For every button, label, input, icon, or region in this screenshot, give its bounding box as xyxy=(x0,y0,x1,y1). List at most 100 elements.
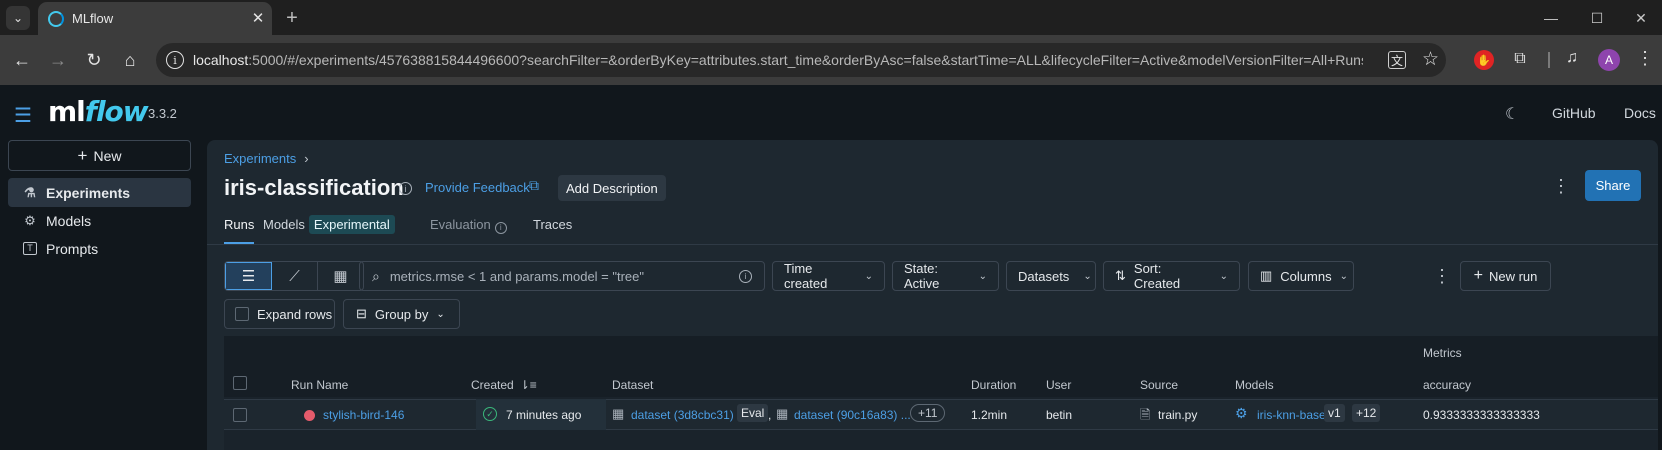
time-created-dropdown[interactable]: Time created ⌄ xyxy=(772,261,885,291)
model-link[interactable]: iris-knn-base xyxy=(1257,408,1326,422)
flask-icon: ⚗ xyxy=(24,184,36,200)
plus-icon: + xyxy=(77,145,88,165)
external-link-icon[interactable]: ⧉ xyxy=(529,177,539,194)
table-view-list-icon[interactable]: ☰ xyxy=(225,262,272,290)
view-mode-toggle: ☰ ⟋ ▦ xyxy=(224,261,364,291)
checkbox[interactable] xyxy=(235,307,249,321)
dataset-link-2[interactable]: dataset (90c16a83) ... xyxy=(794,408,911,422)
col-accuracy[interactable]: accuracy xyxy=(1423,378,1471,392)
extensions-puzzle-icon[interactable]: ⧉ xyxy=(1510,49,1530,69)
browser-tab-bar: ⌄ MLflow ✕ + — ☐ ✕ xyxy=(0,0,1662,35)
sidebar-item-models[interactable]: ⚙ Models xyxy=(8,206,191,235)
plus-icon: + xyxy=(1473,267,1483,284)
hamburger-menu-icon[interactable]: ☰ xyxy=(14,103,32,128)
runs-table: Metrics Run Name Created ⇂≡ Dataset Durat… xyxy=(224,336,1658,450)
breadcrumb-experiments[interactable]: Experiments xyxy=(224,151,296,166)
new-run-button[interactable]: + New run xyxy=(1460,261,1551,291)
grid-view-icon[interactable]: ▦ xyxy=(318,262,363,290)
row-checkbox[interactable] xyxy=(233,408,247,422)
tab-runs[interactable]: Runs xyxy=(224,217,255,245)
docs-link[interactable]: Docs xyxy=(1624,105,1656,121)
more-models-badge[interactable]: +12 xyxy=(1352,404,1381,422)
page-title: iris-classification xyxy=(224,175,404,200)
browser-tab[interactable]: MLflow ✕ xyxy=(38,2,272,35)
tab-traces[interactable]: Traces xyxy=(533,217,572,241)
source-value[interactable]: train.py xyxy=(1158,408,1197,422)
col-models[interactable]: Models xyxy=(1235,378,1274,392)
breadcrumb[interactable]: Experiments › xyxy=(224,151,309,166)
more-datasets-badge[interactable]: +11 xyxy=(910,404,946,422)
browser-menu-icon[interactable]: ⋮ xyxy=(1636,48,1654,69)
tab-evaluation-label: Evaluation xyxy=(430,217,491,232)
new-button-label: New xyxy=(93,147,122,164)
col-created[interactable]: Created ⇂≡ xyxy=(471,378,537,392)
tab-models[interactable]: Models Experimental xyxy=(263,215,395,241)
minimize-icon[interactable]: — xyxy=(1536,6,1566,30)
run-color-dot[interactable] xyxy=(304,410,315,421)
url-text[interactable]: localhost:5000/#/experiments/45763881584… xyxy=(193,52,1363,68)
tab-search-chevron-icon[interactable]: ⌄ xyxy=(6,6,30,30)
accuracy-value: 0.9333333333333333 xyxy=(1423,408,1540,422)
run-name-link[interactable]: stylish-bird-146 xyxy=(323,408,404,422)
info-icon[interactable]: i xyxy=(399,182,412,195)
table-icon: ▦ xyxy=(612,406,625,421)
logo-flow: flow xyxy=(84,95,149,128)
table-icon: ▦ xyxy=(776,406,789,421)
group-by-dropdown[interactable]: ⊟ Group by ⌄ xyxy=(343,299,460,329)
search-icon: ⌕ xyxy=(372,267,380,284)
share-button[interactable]: Share xyxy=(1585,170,1641,201)
expand-rows-checkbox[interactable]: Expand rows xyxy=(224,299,335,329)
site-info-icon[interactable]: i xyxy=(166,51,184,69)
github-link[interactable]: GitHub xyxy=(1552,105,1596,121)
dataset-link-1[interactable]: dataset (3d8cbc31) xyxy=(631,408,734,422)
sidebar-item-prompts[interactable]: T Prompts xyxy=(8,234,191,263)
forward-arrow-icon[interactable]: → xyxy=(44,46,72,74)
home-icon[interactable]: ⌂ xyxy=(116,46,144,74)
window-close-icon[interactable]: ✕ xyxy=(1626,6,1656,30)
provide-feedback-link[interactable]: Provide Feedback xyxy=(425,180,530,195)
col-run-name[interactable]: Run Name xyxy=(291,378,348,392)
new-button[interactable]: + New xyxy=(8,140,191,171)
chart-view-icon[interactable]: ⟋ xyxy=(272,262,318,290)
maximize-icon[interactable]: ☐ xyxy=(1582,6,1612,30)
col-dataset[interactable]: Dataset xyxy=(612,378,653,392)
add-description-button[interactable]: Add Description xyxy=(558,175,666,201)
version-label: 3.3.2 xyxy=(148,106,177,121)
url-path: :5000/#/experiments/457638815844496600?s… xyxy=(248,52,1363,68)
sidebar-item-experiments[interactable]: ⚗ Experiments xyxy=(8,178,191,207)
bookmark-star-icon[interactable]: ☆ xyxy=(1422,48,1439,71)
address-bar[interactable]: i localhost:5000/#/experiments/457638815… xyxy=(156,43,1446,77)
reload-icon[interactable]: ↻ xyxy=(80,46,108,74)
new-tab-plus-icon[interactable]: + xyxy=(280,6,304,30)
sort-dropdown[interactable]: ⇅ Sort: Created ⌄ xyxy=(1103,261,1240,291)
search-runs-input[interactable]: ⌕ metrics.rmse < 1 and params.model = "t… xyxy=(359,261,765,291)
tab-close-icon[interactable]: ✕ xyxy=(248,8,268,28)
extension-red-icon[interactable]: ✋ xyxy=(1474,50,1494,70)
info-icon[interactable]: i xyxy=(739,269,752,283)
col-user[interactable]: User xyxy=(1046,378,1071,392)
experiment-panel: Experiments › iris-classification i Provi… xyxy=(207,140,1658,450)
columns-dropdown[interactable]: ▥ Columns ⌄ xyxy=(1248,261,1354,291)
created-value[interactable]: 7 minutes ago xyxy=(506,408,581,422)
browser-toolbar: ← → ↻ ⌂ i localhost:5000/#/experiments/4… xyxy=(0,35,1662,85)
toolbar-divider xyxy=(1548,52,1550,68)
col-duration[interactable]: Duration xyxy=(971,378,1016,392)
media-control-icon[interactable]: ♫ xyxy=(1566,49,1578,67)
select-all-checkbox[interactable] xyxy=(233,376,247,390)
profile-avatar[interactable]: A xyxy=(1598,49,1620,71)
back-arrow-icon[interactable]: ← xyxy=(8,46,36,74)
col-source[interactable]: Source xyxy=(1140,378,1178,392)
datasets-label: Datasets xyxy=(1018,268,1070,284)
dataset-separator: , xyxy=(768,408,772,422)
dark-mode-moon-icon[interactable]: ☾ xyxy=(1505,104,1519,124)
logo-ml: ml xyxy=(48,95,86,128)
mlflow-logo[interactable]: mlflow xyxy=(48,95,149,128)
translate-icon[interactable]: 文 xyxy=(1388,51,1406,69)
state-dropdown[interactable]: State: Active ⌄ xyxy=(892,261,999,291)
more-options-icon[interactable]: ⋮ xyxy=(1433,266,1451,287)
datasets-dropdown[interactable]: Datasets ⌄ xyxy=(1006,261,1096,291)
more-options-icon[interactable]: ⋮ xyxy=(1552,176,1570,197)
models-icon: ⚙ xyxy=(24,212,36,228)
sidebar-item-label: Experiments xyxy=(46,184,131,201)
tab-evaluation[interactable]: Evaluation i xyxy=(430,217,507,241)
